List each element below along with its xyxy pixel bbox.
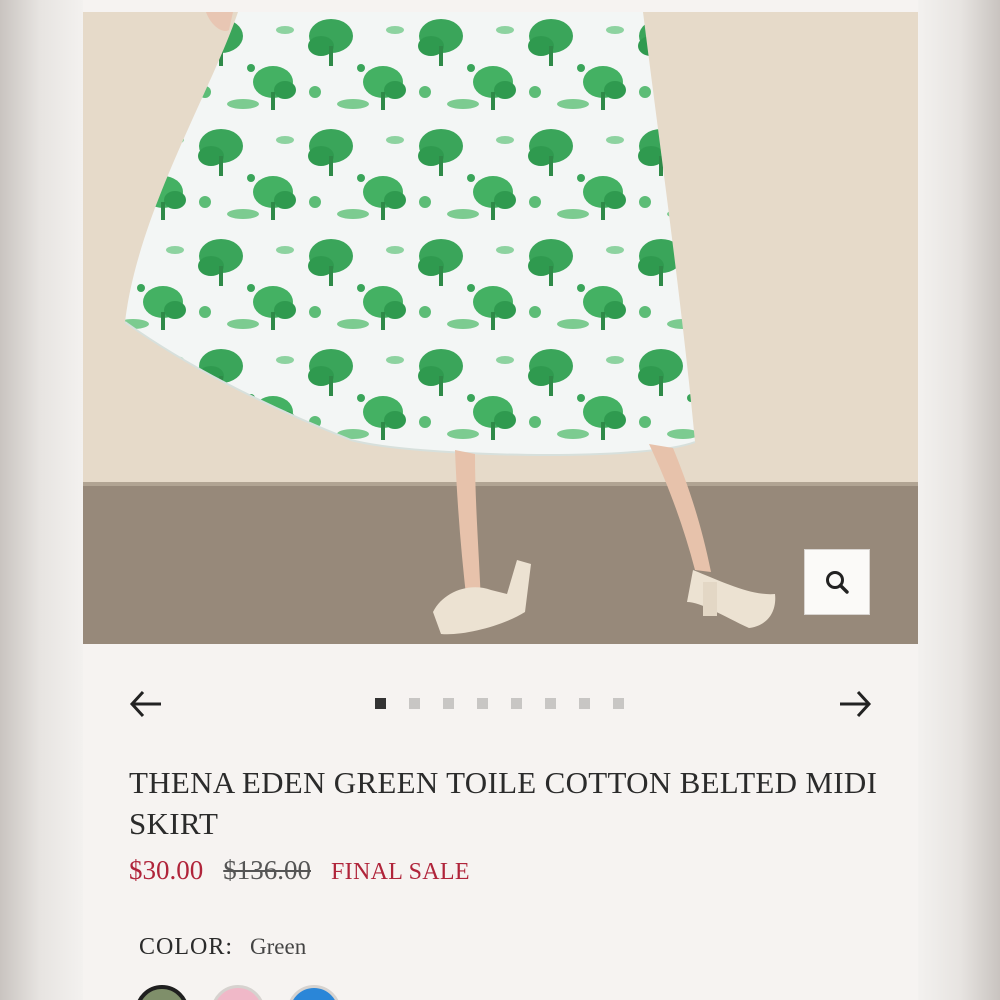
- final-sale-badge: FINAL SALE: [331, 859, 470, 885]
- original-price: $136.00: [223, 855, 311, 885]
- pagination-dot[interactable]: [477, 698, 488, 709]
- color-swatch-green[interactable]: [135, 985, 189, 1000]
- color-selector-label: COLOR: Green: [139, 934, 306, 961]
- product-card: THENA EDEN GREEN TOILE COTTON BELTED MID…: [83, 0, 918, 1000]
- product-title: THENA EDEN GREEN TOILE COTTON BELTED MID…: [129, 765, 878, 841]
- next-image-button[interactable]: [837, 688, 873, 720]
- pagination-dot[interactable]: [443, 698, 454, 709]
- magnifier-icon: [826, 571, 849, 594]
- price-row: $30.00 $136.00 FINAL SALE: [129, 855, 470, 886]
- color-swatch-blue[interactable]: [287, 985, 341, 1000]
- color-label: COLOR:: [139, 934, 234, 960]
- product-image[interactable]: [83, 12, 918, 644]
- pagination-dot[interactable]: [409, 698, 420, 709]
- pagination-dot[interactable]: [511, 698, 522, 709]
- product-photo: [83, 12, 918, 644]
- pagination-dot[interactable]: [613, 698, 624, 709]
- color-swatch-pink[interactable]: [211, 985, 265, 1000]
- gallery-pagination: [375, 698, 624, 710]
- zoom-button[interactable]: [804, 549, 870, 615]
- previous-image-button[interactable]: [128, 688, 164, 720]
- arrow-left-icon: [129, 690, 161, 718]
- sale-price: $30.00: [129, 855, 204, 885]
- selected-color-name: Green: [250, 934, 307, 959]
- pagination-dot[interactable]: [579, 698, 590, 709]
- pagination-dot[interactable]: [375, 698, 386, 709]
- arrow-right-icon: [840, 690, 872, 718]
- pagination-dot[interactable]: [545, 698, 556, 709]
